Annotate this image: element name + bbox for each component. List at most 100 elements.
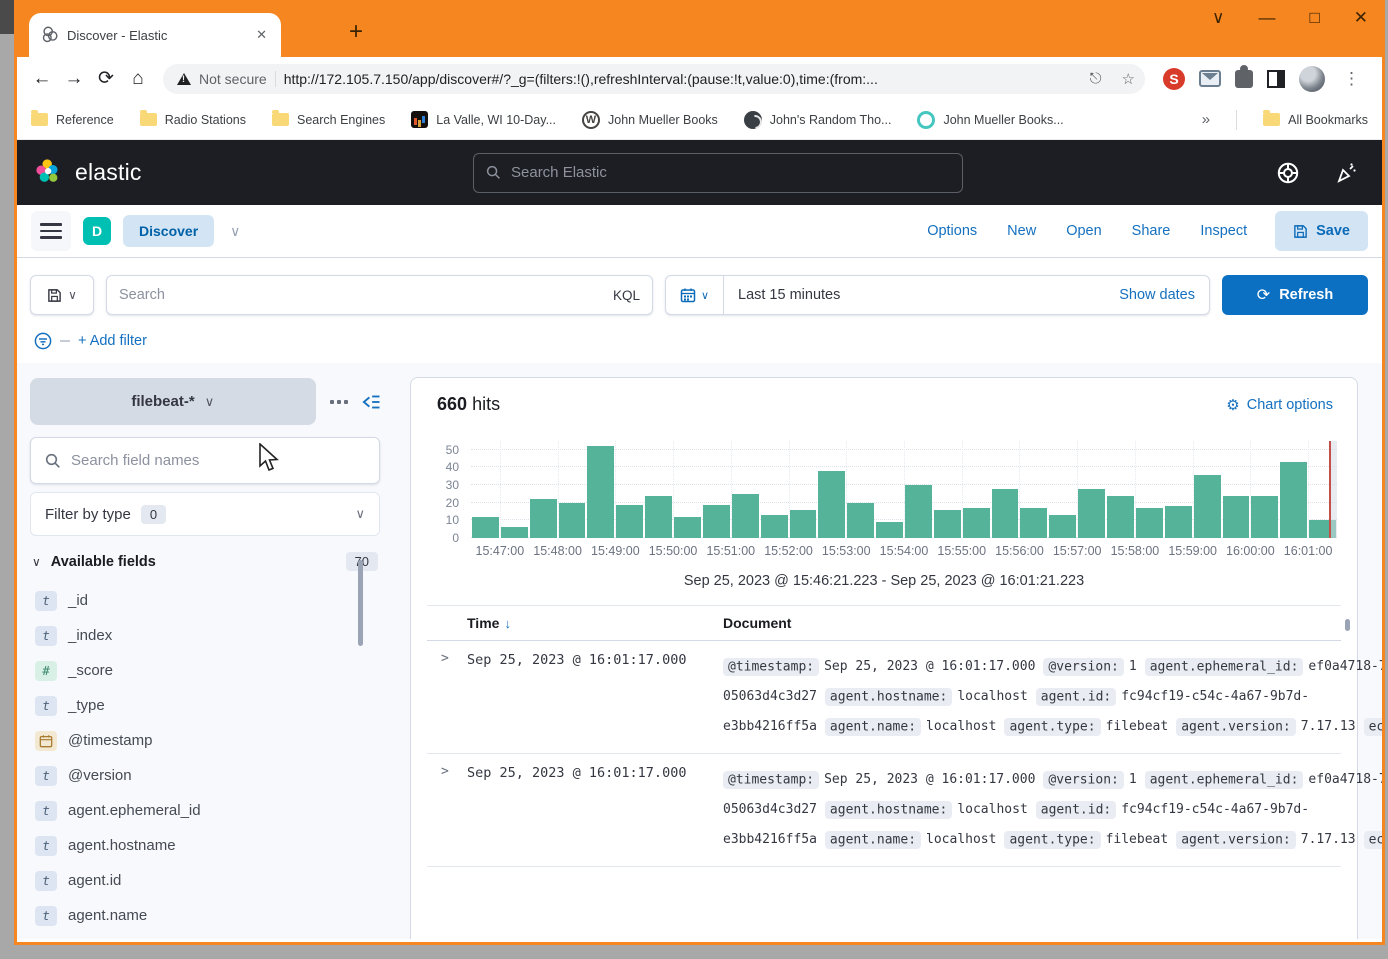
- field-settings-icon[interactable]: [330, 400, 348, 404]
- chart-plot-area[interactable]: [471, 441, 1337, 538]
- bookmark-item[interactable]: La Valle, WI 10-Day...: [411, 111, 556, 128]
- document-column-header[interactable]: Document: [723, 615, 1341, 631]
- field-search-input[interactable]: Search field names: [30, 437, 380, 484]
- document-field-name[interactable]: agent.name:: [825, 831, 921, 849]
- histogram-bar[interactable]: [1136, 508, 1163, 538]
- refresh-button[interactable]: ⟳ Refresh: [1222, 275, 1368, 315]
- sort-down-icon[interactable]: ↓: [504, 616, 511, 631]
- document-field-name[interactable]: @timestamp:: [723, 658, 819, 676]
- histogram-bar[interactable]: [1107, 496, 1134, 538]
- histogram-bar[interactable]: [616, 505, 643, 539]
- document-field-name[interactable]: agent.version:: [1176, 718, 1296, 736]
- window-maximize-button[interactable]: □: [1309, 8, 1319, 28]
- table-scrollbar[interactable]: [1345, 619, 1350, 631]
- bookmark-item[interactable]: John Mueller Books...: [917, 111, 1063, 129]
- field-list-item[interactable]: tagent.ephemeral_id: [30, 793, 380, 828]
- extension-shield-icon[interactable]: S: [1163, 68, 1185, 90]
- bookmark-item[interactable]: Radio Stations: [140, 113, 246, 127]
- histogram-bar[interactable]: [703, 505, 730, 539]
- saved-query-menu-button[interactable]: ∨: [30, 275, 94, 315]
- query-search-input[interactable]: Search KQL: [106, 275, 653, 315]
- not-secure-label[interactable]: Not secure: [199, 71, 267, 87]
- row-expand-icon[interactable]: >: [427, 764, 467, 854]
- sidebar-scrollbar[interactable]: [358, 560, 363, 646]
- url-text[interactable]: http://172.105.7.150/app/discover#/?_g=(…: [284, 71, 1076, 87]
- histogram-bar[interactable]: [587, 446, 614, 538]
- bookmark-item[interactable]: Reference: [31, 113, 114, 127]
- not-secure-warning-icon[interactable]: [177, 73, 191, 85]
- news-party-popper-icon[interactable]: [1334, 161, 1358, 185]
- address-bar[interactable]: Not secure http://172.105.7.150/app/disc…: [163, 64, 1145, 94]
- document-field-name[interactable]: agent.ephemeral_id:: [1145, 658, 1304, 676]
- share-icon[interactable]: ⎋: [1084, 70, 1108, 87]
- add-filter-button[interactable]: + Add filter: [78, 333, 147, 349]
- collapse-sidebar-icon[interactable]: [362, 394, 380, 410]
- field-list-item[interactable]: #_score: [30, 653, 380, 688]
- date-quick-select-button[interactable]: ∨: [666, 276, 724, 314]
- histogram-bar[interactable]: [1223, 496, 1250, 538]
- toolbar-link-share[interactable]: Share: [1132, 223, 1171, 239]
- histogram-bar[interactable]: [876, 522, 903, 538]
- forward-button[interactable]: →: [59, 68, 89, 90]
- time-range-value[interactable]: Last 15 minutes: [724, 287, 1119, 303]
- document-field-name[interactable]: agent.name:: [825, 718, 921, 736]
- histogram-bar[interactable]: [1280, 462, 1307, 538]
- histogram-bar[interactable]: [645, 496, 672, 538]
- field-list-item[interactable]: t_type: [30, 688, 380, 723]
- histogram-bar[interactable]: [472, 517, 499, 538]
- chart-options-button[interactable]: ⚙ Chart options: [1226, 396, 1333, 414]
- bookmark-star-icon[interactable]: ☆: [1116, 70, 1141, 88]
- bookmark-item[interactable]: Search Engines: [272, 113, 385, 127]
- histogram-bar[interactable]: [934, 510, 961, 538]
- document-field-name[interactable]: agent.type:: [1004, 831, 1100, 849]
- profile-avatar[interactable]: [1299, 66, 1325, 92]
- tab-close-icon[interactable]: ✕: [252, 25, 271, 45]
- toolbar-link-inspect[interactable]: Inspect: [1200, 223, 1247, 239]
- histogram-bar[interactable]: [1020, 508, 1047, 538]
- browser-menu-icon[interactable]: ⋮: [1339, 69, 1364, 89]
- index-pattern-selector[interactable]: filebeat-* ∨: [30, 378, 316, 425]
- back-button[interactable]: ←: [27, 68, 57, 90]
- document-field-name[interactable]: @version:: [1043, 658, 1123, 676]
- document-field-name[interactable]: agent.hostname:: [825, 688, 952, 706]
- field-list-item[interactable]: tagent.id: [30, 863, 380, 898]
- document-field-name[interactable]: agent.id:: [1036, 688, 1116, 706]
- histogram-bar[interactable]: [1078, 489, 1105, 538]
- save-button[interactable]: Save: [1275, 211, 1368, 251]
- extension-mail-icon[interactable]: [1199, 70, 1221, 87]
- query-language-button[interactable]: KQL: [613, 288, 640, 303]
- histogram-bar[interactable]: [818, 471, 845, 538]
- help-lifering-icon[interactable]: [1276, 161, 1300, 185]
- field-list-item[interactable]: t_index: [30, 618, 380, 653]
- field-list-item[interactable]: t@version: [30, 758, 380, 793]
- time-column-header[interactable]: Time↓: [467, 615, 723, 631]
- browser-tab[interactable]: Discover - Elastic ✕: [29, 13, 281, 57]
- window-close-button[interactable]: ✕: [1354, 8, 1368, 28]
- extensions-puzzle-icon[interactable]: [1235, 70, 1253, 88]
- histogram-bar[interactable]: [559, 503, 586, 538]
- histogram-bar[interactable]: [992, 489, 1019, 538]
- histogram-bar[interactable]: [963, 508, 990, 538]
- filter-by-type-dropdown[interactable]: Filter by type 0 ∨: [30, 492, 380, 536]
- field-list-item[interactable]: tagent.hostname: [30, 828, 380, 863]
- toolbar-link-options[interactable]: Options: [927, 223, 977, 239]
- histogram-bar[interactable]: [1194, 475, 1221, 538]
- document-field-name[interactable]: agent.hostname:: [825, 801, 952, 819]
- histogram-bar[interactable]: [1165, 506, 1192, 538]
- tab-search-icon[interactable]: ∨: [1212, 8, 1224, 28]
- chevron-down-icon[interactable]: ∨: [230, 223, 240, 240]
- row-expand-icon[interactable]: >: [427, 651, 467, 741]
- field-list-item[interactable]: @timestamp: [30, 723, 380, 758]
- bookmarks-overflow-button[interactable]: »: [1202, 111, 1210, 128]
- histogram-bar[interactable]: [530, 499, 557, 538]
- side-panel-icon[interactable]: [1267, 70, 1285, 88]
- filter-icon[interactable]: [34, 332, 52, 350]
- toolbar-link-open[interactable]: Open: [1066, 223, 1101, 239]
- home-button[interactable]: ⌂: [123, 68, 153, 90]
- field-list-item[interactable]: tagent.name: [30, 898, 380, 933]
- breadcrumb[interactable]: Discover: [123, 215, 214, 247]
- document-field-name[interactable]: ecs.version:: [1364, 831, 1385, 849]
- histogram-bar[interactable]: [674, 517, 701, 538]
- field-list-item[interactable]: t_id: [30, 583, 380, 618]
- document-field-name[interactable]: agent.id:: [1036, 801, 1116, 819]
